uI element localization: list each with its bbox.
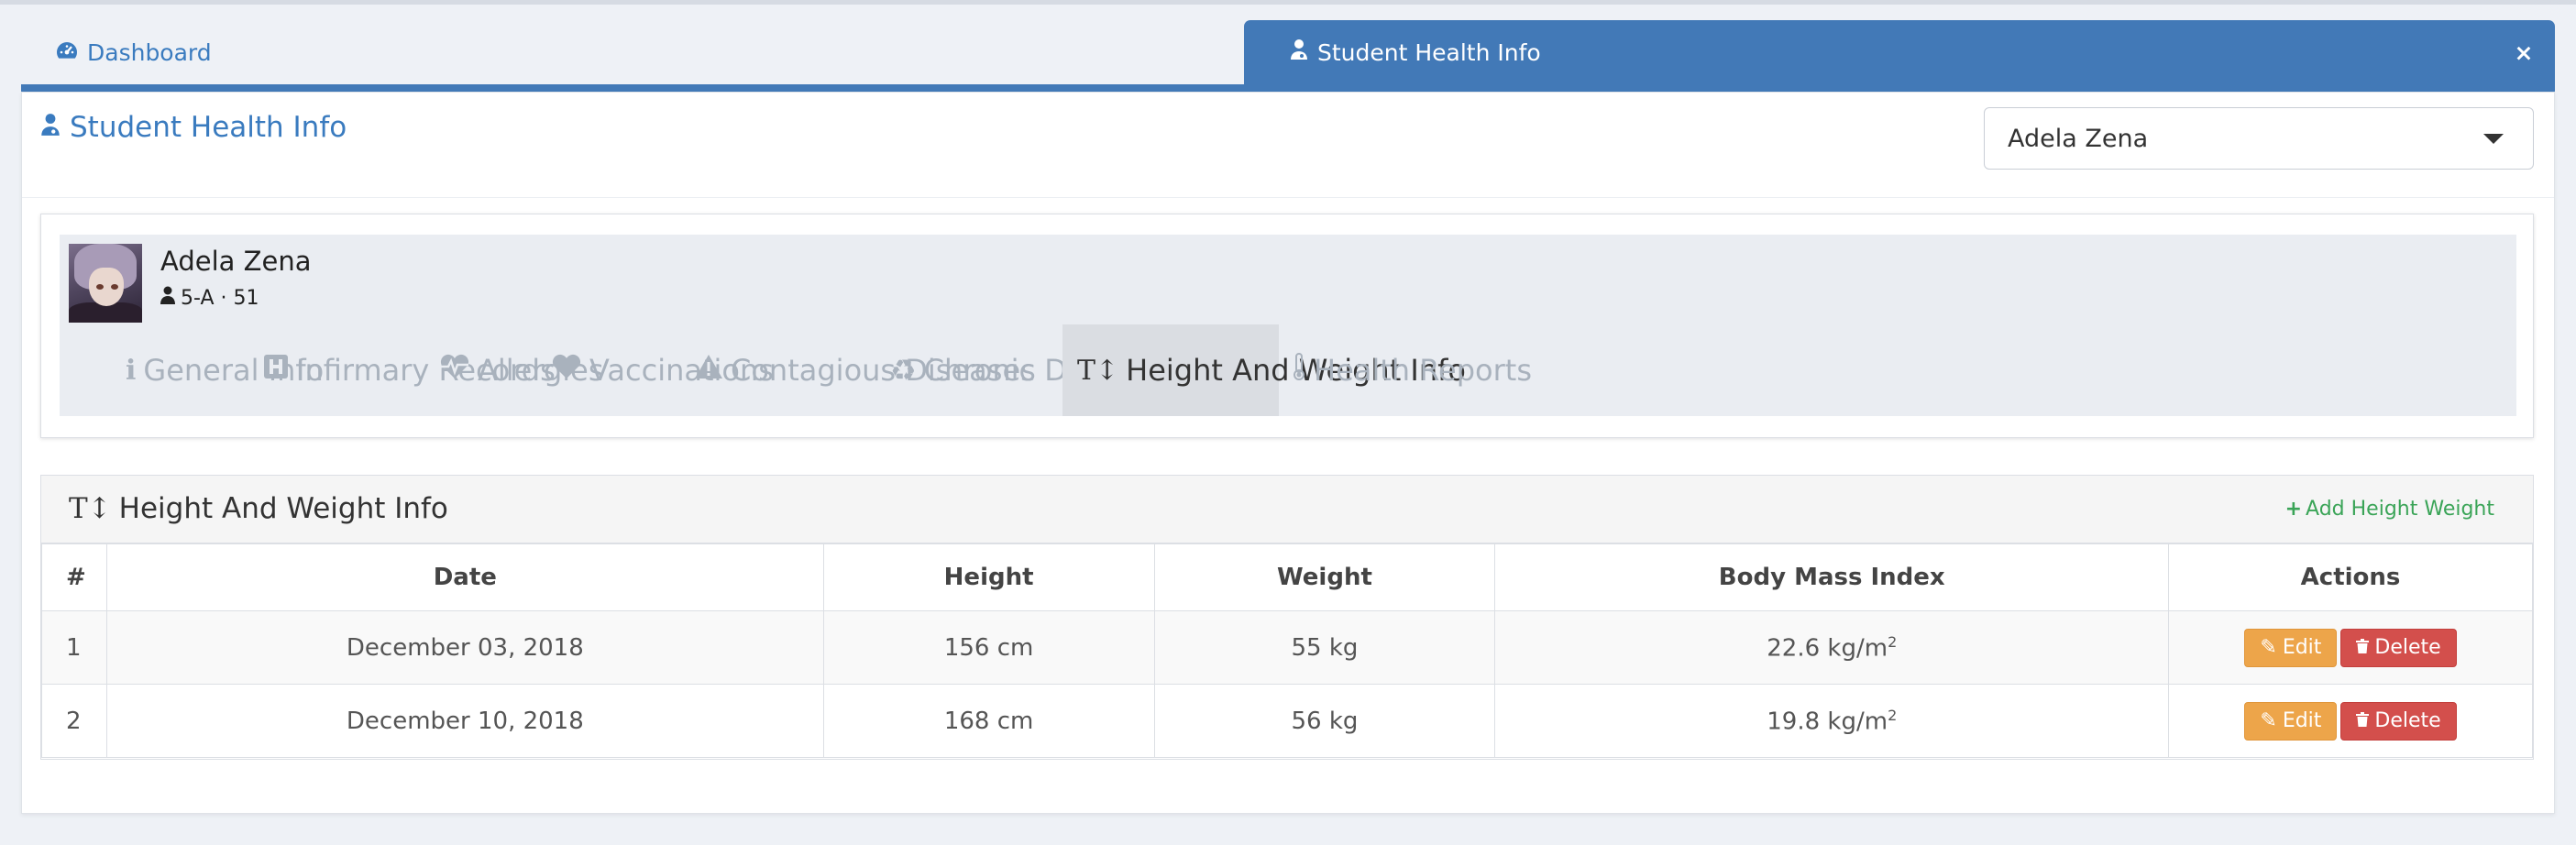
table-header-row: # Date Height Weight Body Mass Index Act… xyxy=(41,543,2533,611)
tab-student-health-info[interactable]: Student Health Info × xyxy=(1244,20,2555,84)
tab-bar: Dashboard Student Health Info × xyxy=(21,20,2555,93)
delete-button[interactable]: Delete xyxy=(2340,628,2457,667)
cell-weight: 56 kg xyxy=(1153,684,1496,758)
tab-student-health-info-label: Student Health Info xyxy=(1317,38,1541,66)
cell-num: 1 xyxy=(41,610,107,685)
page-title: Student Health Info xyxy=(40,111,347,144)
delete-button-label: Delete xyxy=(2374,636,2441,659)
cell-bmi: 19.8 kg/m2 xyxy=(1494,684,2170,758)
height-weight-table: # Date Height Weight Body Mass Index Act… xyxy=(41,543,2533,758)
tab-dashboard-label: Dashboard xyxy=(87,38,212,66)
user-md-icon xyxy=(1290,38,1308,66)
student-name: Adela Zena xyxy=(160,246,312,277)
edit-button[interactable]: ✎ Edit xyxy=(2244,628,2338,667)
column-header-actions: Actions xyxy=(2168,543,2533,611)
edit-button-label: Edit xyxy=(2282,636,2322,659)
caret-down-icon xyxy=(2483,134,2504,144)
student-profile-header: Adela Zena 5-A · 51 i General Info Infir… xyxy=(60,235,2516,416)
hospital-icon xyxy=(263,354,289,387)
close-tab-icon[interactable]: × xyxy=(2511,40,2537,66)
user-icon xyxy=(160,286,175,310)
table-row: 2 December 10, 2018 168 cm 56 kg 19.8 kg… xyxy=(41,684,2533,758)
add-height-weight-button[interactable]: + Add Height Weight xyxy=(2285,498,2494,521)
cell-actions: ✎ Edit Delete xyxy=(2168,684,2533,758)
warning-icon xyxy=(694,354,723,387)
text-height-icon: T↕ xyxy=(69,492,112,525)
height-weight-card: T↕ Height And Weight Info + Add Height W… xyxy=(40,475,2534,760)
health-subnav: i General Info Infirmary Records Allergi… xyxy=(60,324,2516,416)
panel-header: Student Health Info Adela Zena xyxy=(22,93,2554,198)
heart-icon xyxy=(551,354,582,387)
edit-icon: ✎ xyxy=(2260,709,2277,732)
avatar xyxy=(69,244,142,323)
trash-icon xyxy=(2356,636,2370,659)
cell-date: December 03, 2018 xyxy=(105,610,824,685)
subtab-health-reports[interactable]: Health Reports xyxy=(1292,324,1532,416)
table-row: 1 December 03, 2018 156 cm 55 kg 22.6 kg… xyxy=(41,610,2533,685)
student-profile-card: Adela Zena 5-A · 51 i General Info Infir… xyxy=(40,214,2534,438)
delete-button[interactable]: Delete xyxy=(2340,701,2457,741)
cell-height: 156 cm xyxy=(822,610,1155,685)
height-weight-title: T↕ Height And Weight Info xyxy=(69,492,448,525)
bmi-exponent: 2 xyxy=(1888,706,1898,724)
column-header-height: Height xyxy=(822,543,1155,611)
column-header-weight: Weight xyxy=(1153,543,1496,611)
bmi-exponent: 2 xyxy=(1888,632,1898,651)
recycle-icon: ♻ xyxy=(890,353,917,388)
cell-bmi: 22.6 kg/m2 xyxy=(1494,610,2170,685)
main-panel: Student Health Info Adela Zena Adela Zen… xyxy=(21,92,2555,814)
text-height-icon: T↕ xyxy=(1077,354,1119,387)
trash-icon xyxy=(2356,709,2370,732)
plus-icon: + xyxy=(2284,498,2303,521)
thermometer-icon xyxy=(1292,353,1306,388)
cell-num: 2 xyxy=(41,684,107,758)
add-height-weight-label: Add Height Weight xyxy=(2306,498,2494,521)
subtab-health-reports-label: Health Reports xyxy=(1314,353,1532,388)
cell-height: 168 cm xyxy=(822,684,1155,758)
edit-button[interactable]: ✎ Edit xyxy=(2244,701,2338,741)
subtab-height-weight-info[interactable]: T↕ Height And Weight Info xyxy=(1062,324,1466,416)
delete-button-label: Delete xyxy=(2374,709,2441,732)
bmi-value: 22.6 kg/m xyxy=(1767,634,1888,663)
tab-dashboard[interactable]: Dashboard xyxy=(21,20,1240,84)
column-header-date: Date xyxy=(105,543,824,611)
cell-date: December 10, 2018 xyxy=(105,684,824,758)
student-select[interactable]: Adela Zena xyxy=(1984,107,2534,170)
page-title-text: Student Health Info xyxy=(70,111,347,144)
column-header-num: # xyxy=(41,543,107,611)
edit-icon: ✎ xyxy=(2260,636,2277,659)
student-class: 5-A · 51 xyxy=(160,286,259,310)
heartbeat-icon xyxy=(439,354,470,387)
user-md-icon xyxy=(40,111,61,144)
column-header-bmi: Body Mass Index xyxy=(1494,543,2170,611)
student-class-text: 5-A · 51 xyxy=(181,286,259,310)
edit-button-label: Edit xyxy=(2282,709,2322,732)
height-weight-header: T↕ Height And Weight Info + Add Height W… xyxy=(41,476,2533,543)
height-weight-title-text: Height And Weight Info xyxy=(118,492,448,525)
bmi-value: 19.8 kg/m xyxy=(1767,708,1888,736)
student-select-value: Adela Zena xyxy=(2008,124,2149,153)
cell-weight: 55 kg xyxy=(1153,610,1496,685)
dashboard-icon xyxy=(56,39,78,66)
cell-actions: ✎ Edit Delete xyxy=(2168,610,2533,685)
info-icon: i xyxy=(126,354,137,387)
top-strip xyxy=(0,0,2576,5)
